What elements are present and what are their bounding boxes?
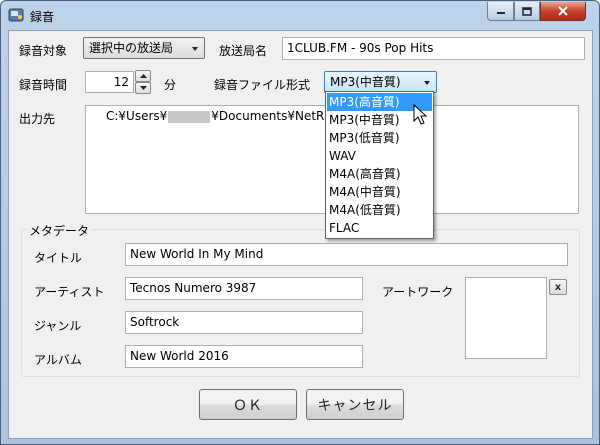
format-select[interactable]: MP3(中音質) xyxy=(324,71,437,93)
close-button[interactable] xyxy=(540,2,586,21)
output-label: 出力先 xyxy=(19,112,56,126)
close-icon xyxy=(558,6,568,16)
target-label: 録音対象 xyxy=(19,44,68,58)
maximize-icon xyxy=(522,6,532,16)
recording-dialog: 録音 録音対象 選択中の放送局 放送局名 1CLUB.FM - 90s Pop … xyxy=(0,0,600,445)
close-icon: x xyxy=(554,281,562,293)
artwork-image-box[interactable] xyxy=(465,277,547,359)
meta-title-label: タイトル xyxy=(34,251,83,265)
chevron-down-icon xyxy=(424,81,430,85)
meta-genre-label: ジャンル xyxy=(34,319,82,333)
target-select[interactable]: 選択中の放送局 xyxy=(83,37,205,59)
station-input-value: 1CLUB.FM - 90s Pop Hits xyxy=(287,41,434,55)
ok-button[interactable]: ＯＫ xyxy=(199,389,297,420)
app-icon xyxy=(8,8,24,22)
duration-unit: 分 xyxy=(164,78,177,92)
meta-album-input[interactable]: New World 2016 xyxy=(125,345,363,368)
meta-title-input[interactable]: New World In My Mind xyxy=(125,243,568,266)
meta-album-label: アルバム xyxy=(34,353,82,367)
format-option[interactable]: M4A(高音質) xyxy=(327,165,432,183)
duration-input[interactable]: 12 xyxy=(85,71,134,93)
cancel-button[interactable]: キャンセル xyxy=(306,389,404,420)
duration-input-value: 12 xyxy=(113,75,129,89)
chevron-down-icon xyxy=(139,86,147,90)
format-option[interactable]: M4A(低音質) xyxy=(327,201,432,219)
station-input[interactable]: 1CLUB.FM - 90s Pop Hits xyxy=(282,37,585,60)
minimize-button[interactable] xyxy=(487,2,514,21)
duration-label: 録音時間 xyxy=(19,78,68,92)
duration-down-button[interactable] xyxy=(135,82,151,94)
duration-up-button[interactable] xyxy=(135,70,151,82)
meta-title-value: New World In My Mind xyxy=(130,247,264,261)
format-select-value: MP3(中音質) xyxy=(330,75,401,89)
maximize-button[interactable] xyxy=(514,2,540,21)
chevron-down-icon xyxy=(192,47,198,51)
meta-genre-input[interactable]: Softrock xyxy=(125,311,363,334)
output-path-prefix: C:¥Users¥ xyxy=(106,109,168,123)
meta-genre-value: Softrock xyxy=(130,315,180,329)
target-select-value: 選択中の放送局 xyxy=(89,41,174,55)
meta-album-value: New World 2016 xyxy=(130,349,229,363)
meta-artist-input[interactable]: Tecnos Numero 3987 xyxy=(125,277,363,300)
artwork-clear-button[interactable]: x xyxy=(549,279,567,295)
title-bar[interactable]: 録音 xyxy=(1,1,599,30)
chevron-up-icon xyxy=(139,74,147,78)
meta-artist-label: アーティスト xyxy=(34,285,105,299)
output-path-suffix: ¥Documents¥NetRad xyxy=(211,109,340,123)
format-option[interactable]: WAV xyxy=(327,147,432,165)
redacted-username xyxy=(168,110,211,123)
dialog-body: 録音対象 選択中の放送局 放送局名 1CLUB.FM - 90s Pop Hit… xyxy=(8,30,593,439)
format-option[interactable]: M4A(中音質) xyxy=(327,183,432,201)
mouse-cursor-icon xyxy=(413,104,428,125)
window-title: 録音 xyxy=(30,10,55,24)
format-label: 録音ファイル形式 xyxy=(214,78,311,92)
minimize-icon xyxy=(496,12,505,14)
meta-artist-value: Tecnos Numero 3987 xyxy=(130,281,257,295)
format-option[interactable]: MP3(低音質) xyxy=(327,129,432,147)
format-option[interactable]: FLAC xyxy=(327,219,432,237)
metadata-group-title: メタデータ xyxy=(27,222,92,239)
station-label: 放送局名 xyxy=(219,44,268,58)
meta-artwork-label: アートワーク xyxy=(382,285,454,299)
